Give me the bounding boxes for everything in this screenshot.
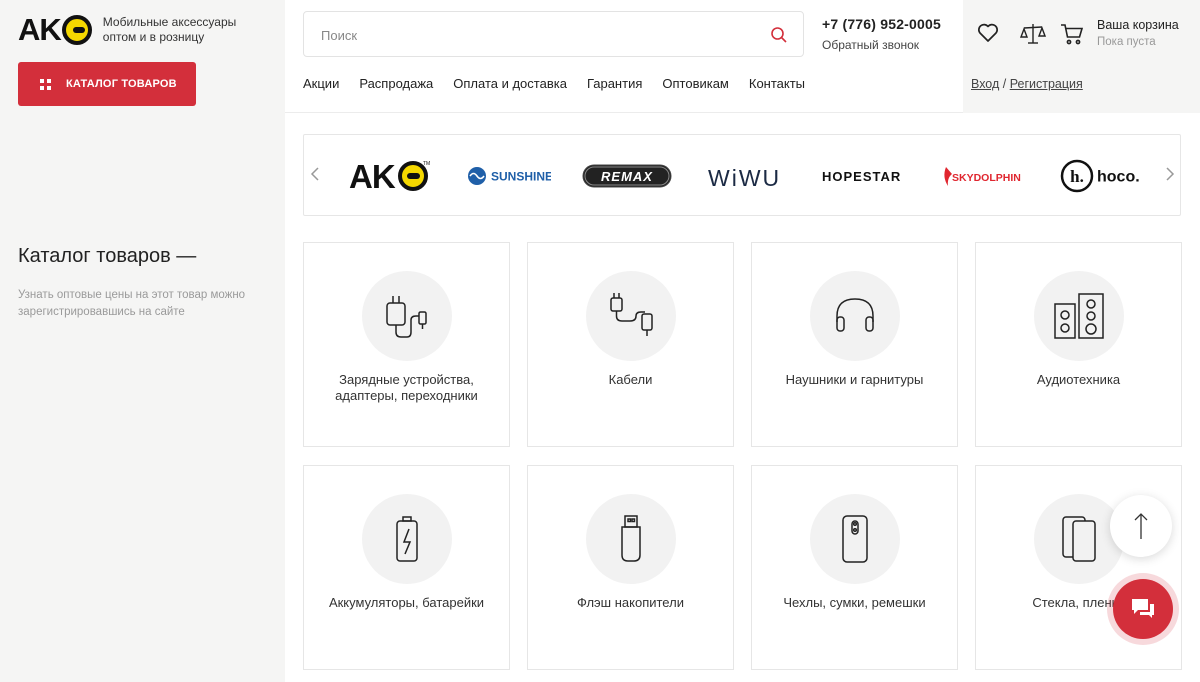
brand-remax-logo[interactable]: REMAX (582, 159, 672, 193)
svg-text:TM: TM (423, 161, 430, 167)
category-card-cables[interactable]: Кабели (527, 242, 734, 447)
nav-item-contacts[interactable]: Контакты (749, 76, 805, 91)
category-icon-bg (810, 494, 900, 584)
arrow-up-icon (1134, 513, 1148, 539)
brands-carousel: AK TM SUNSHINE REMAX WiWU HOPESTAR SKYDO… (303, 134, 1181, 216)
login-link[interactable]: Вход (971, 77, 999, 91)
cable-icon (610, 293, 653, 336)
category-label: Флэш накопители (577, 595, 684, 610)
compare-scales-icon[interactable] (1020, 22, 1046, 46)
grid-icon (40, 78, 51, 90)
category-icon-bg (586, 494, 676, 584)
brand-hoco-logo[interactable]: h. hoco. (1060, 159, 1142, 193)
headphones-icon (836, 298, 874, 332)
auth-separator: / (999, 77, 1010, 91)
nav-item-wholesale[interactable]: Оптовикам (662, 76, 729, 91)
tagline-line2: оптом и в розницу (102, 30, 205, 44)
tagline-line1: Мобильные аксессуары (102, 15, 237, 29)
chat-button[interactable] (1113, 579, 1173, 639)
charger-icon (386, 296, 427, 338)
category-card-batteries[interactable]: Аккумуляторы, батарейки (303, 465, 510, 670)
category-label: Кабели (608, 372, 653, 387)
page-title: Каталог товаров — (18, 245, 197, 267)
callback-link[interactable]: Обратный звонок (822, 38, 919, 52)
phone-case-icon (842, 515, 868, 563)
auth-links: Вход / Регистрация (971, 77, 1083, 91)
svg-text:SKYDOLPHIN: SKYDOLPHIN (952, 172, 1021, 184)
category-card-audio[interactable]: Аудиотехника (975, 242, 1182, 447)
nav-item-sale[interactable]: Распродажа (359, 76, 433, 91)
main-nav: Акции Распродажа Оплата и доставка Гаран… (303, 76, 825, 91)
category-card-flash-drives[interactable]: Флэш накопители (527, 465, 734, 670)
flash-drive-icon (621, 515, 641, 562)
svg-text:hoco.: hoco. (1097, 169, 1140, 186)
category-icon-bg (810, 271, 900, 361)
catalog-button[interactable]: КАТАЛОГ ТОВАРОВ (18, 62, 196, 106)
brand-hopestar-logo[interactable]: HOPESTAR (822, 159, 906, 193)
heart-icon[interactable] (977, 23, 999, 43)
svg-text:WiWU: WiWU (708, 165, 781, 191)
logo-mark: AK (18, 12, 92, 47)
svg-text:h.: h. (1070, 167, 1084, 186)
brand-sunshine-logo[interactable]: SUNSHINE (467, 159, 551, 193)
category-card-chargers[interactable]: Зарядные устройства, адаптеры, переходни… (303, 242, 510, 447)
chat-bubble-icon (1132, 599, 1154, 618)
category-label: Наушники и гарнитуры (785, 372, 924, 387)
category-icon-bg (586, 271, 676, 361)
phone-number[interactable]: +7 (776) 952-0005 (822, 16, 941, 32)
battery-icon (396, 516, 418, 562)
category-label: Аудиотехника (1036, 372, 1121, 387)
catalog-button-label: КАТАЛОГ ТОВАРОВ (66, 78, 177, 90)
cart-status: Пока пуста (1097, 36, 1156, 48)
brand-wiwu-logo[interactable]: WiWU (708, 159, 786, 193)
category-label: Зарядные устройства, адаптеры, переходни… (335, 372, 478, 403)
svg-text:SUNSHINE: SUNSHINE (491, 170, 551, 184)
cart-title[interactable]: Ваша корзина (1097, 18, 1179, 32)
search-box (303, 11, 804, 57)
chevron-right-icon[interactable] (1163, 165, 1177, 183)
header-divider (285, 112, 963, 113)
svg-text:REMAX: REMAX (601, 169, 653, 184)
wholesale-note: Узнать оптовые цены на этот товар можно … (18, 289, 246, 318)
speakers-icon (1054, 293, 1104, 339)
left-sidebar: AK Мобильные аксессуары оптом и в розниц… (0, 0, 285, 682)
brand-skydolphin-logo[interactable]: SKYDOLPHIN (940, 159, 1026, 193)
category-label: Чехлы, сумки, ремешки (783, 595, 926, 610)
header-user-panel (963, 0, 1200, 113)
scroll-top-button[interactable] (1110, 495, 1172, 557)
logo-tagline: Мобильные аксессуары оптом и в розницу (103, 15, 236, 45)
category-card-headphones[interactable]: Наушники и гарнитуры (751, 242, 958, 447)
nav-item-promotions[interactable]: Акции (303, 76, 339, 91)
svg-text:AK: AK (349, 159, 396, 193)
nav-item-payment-delivery[interactable]: Оплата и доставка (453, 76, 567, 91)
category-label: Аккумуляторы, батарейки (328, 595, 485, 610)
cart-icon[interactable] (1060, 22, 1084, 46)
screen-glass-icon (1062, 516, 1096, 562)
search-icon[interactable] (770, 26, 788, 44)
register-link[interactable]: Регистрация (1010, 77, 1083, 91)
category-icon-bg (1034, 271, 1124, 361)
search-input[interactable] (321, 25, 741, 45)
svg-text:HOPESTAR: HOPESTAR (822, 169, 901, 184)
category-card-cases[interactable]: Чехлы, сумки, ремешки (751, 465, 958, 670)
brand-akc-logo[interactable]: AK TM (349, 159, 431, 193)
category-icon-bg (362, 271, 452, 361)
site-logo[interactable]: AK Мобильные аксессуары оптом и в розниц… (18, 12, 236, 47)
chevron-left-icon[interactable] (308, 165, 322, 183)
nav-item-warranty[interactable]: Гарантия (587, 76, 642, 91)
category-icon-bg (362, 494, 452, 584)
category-icon-bg (1034, 494, 1124, 584)
